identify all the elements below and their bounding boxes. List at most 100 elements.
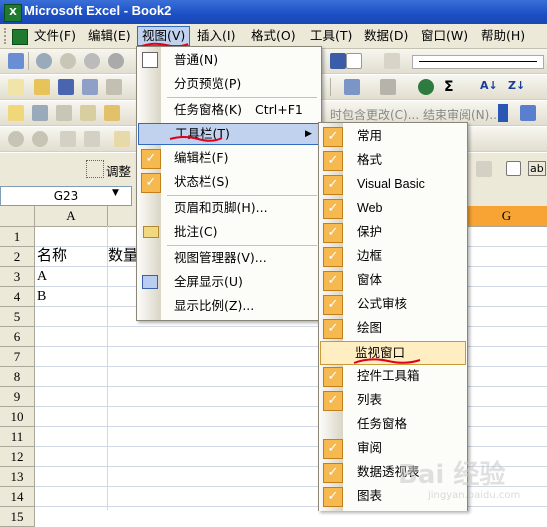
view-menu-item-task-pane[interactable]: 任务窗格(K) Ctrl+F1 — [138, 99, 320, 121]
check-icon: ✓ — [141, 149, 161, 169]
toolbar-icon[interactable] — [330, 53, 346, 69]
grip-handle[interactable] — [4, 28, 9, 44]
workbook-icon[interactable] — [12, 29, 28, 45]
view-menu-item-toolbars[interactable]: 工具栏(T) ▶ — [138, 123, 320, 145]
cell-a3[interactable]: A — [37, 267, 47, 286]
adjust-icon[interactable] — [86, 160, 104, 178]
checkbox-control-icon[interactable] — [506, 161, 521, 176]
toolbar-icon[interactable] — [56, 105, 72, 121]
refresh-icon[interactable] — [84, 131, 100, 147]
toolbar-item-protection[interactable]: ✓ 保护 — [320, 220, 466, 244]
toolbar-item-forms[interactable]: ✓ 窗体 — [320, 268, 466, 292]
toolbar-item-standard[interactable]: ✓ 常用 — [320, 124, 466, 148]
row-header[interactable]: 7 — [0, 347, 35, 367]
permission-icon[interactable] — [82, 79, 98, 95]
cell-b2[interactable]: 数量 — [108, 247, 136, 266]
toolbar-item-formatting[interactable]: ✓ 格式 — [320, 148, 466, 172]
row-header[interactable]: 15 — [0, 507, 35, 527]
row-header[interactable]: 5 — [0, 307, 35, 327]
row-header[interactable]: 14 — [0, 487, 35, 507]
view-menu-item-zoom[interactable]: 显示比例(Z)... — [138, 295, 320, 317]
view-menu-item-formula-bar[interactable]: ✓ 编辑栏(F) — [138, 147, 320, 169]
view-menu-item-view-manager[interactable]: 视图管理器(V)... — [138, 247, 320, 269]
menu-data[interactable]: 数据(D) — [360, 27, 412, 45]
toolbar-options-icon[interactable] — [498, 104, 508, 122]
sort-desc-icon[interactable]: Z↓ — [508, 79, 525, 92]
column-header-b[interactable] — [108, 206, 139, 227]
edit-icon[interactable] — [346, 53, 362, 69]
check-icon: ✓ — [323, 295, 343, 315]
toolbar-item-borders[interactable]: ✓ 边框 — [320, 244, 466, 268]
adjust-label[interactable]: 调整 — [106, 161, 131, 180]
toolbar-item-task-pane[interactable]: 任务窗格 — [320, 412, 466, 436]
eraser-icon[interactable] — [384, 53, 400, 69]
row-header[interactable]: 11 — [0, 427, 35, 447]
font-color-icon[interactable] — [520, 105, 536, 121]
name-box-dropdown-icon[interactable]: ▼ — [112, 188, 119, 198]
toolbar-item-control-toolbox[interactable]: ✓ 控件工具箱 — [320, 364, 466, 388]
view-menu-item-page-break-preview[interactable]: 分页预览(P) — [138, 73, 320, 95]
view-menu-item-status-bar[interactable]: ✓ 状态栏(S) — [138, 171, 320, 193]
autosum-icon[interactable]: Σ — [444, 79, 454, 95]
toolbar-icon[interactable] — [36, 53, 52, 69]
back-icon[interactable] — [8, 131, 24, 147]
toolbar-item-web[interactable]: ✓ Web — [320, 196, 466, 220]
toolbar-item-list[interactable]: ✓ 列表 — [320, 388, 466, 412]
toolbar-icon[interactable] — [32, 105, 48, 121]
print-icon[interactable] — [106, 79, 122, 95]
check-icon: ✓ — [323, 487, 343, 507]
row-header[interactable]: 12 — [0, 447, 35, 467]
review-commands[interactable]: 时包含更改(C)... 结束审阅(N)... — [330, 106, 498, 123]
label-control-icon[interactable]: ab — [528, 161, 546, 176]
cell-a2[interactable]: 名称 — [37, 247, 67, 266]
stop-icon[interactable] — [60, 131, 76, 147]
menu-help[interactable]: 帮助(H) — [477, 27, 529, 45]
check-icon: ✓ — [323, 439, 343, 459]
row-header[interactable]: 2 — [0, 247, 35, 267]
toolbar-icon[interactable] — [84, 53, 100, 69]
toolbar-item-drawing[interactable]: ✓ 绘图 — [320, 316, 466, 340]
row-header[interactable]: 9 — [0, 387, 35, 407]
cell-a4[interactable]: B — [37, 287, 46, 306]
menu-tools[interactable]: 工具(T) — [306, 27, 356, 45]
hyperlink-icon[interactable] — [418, 79, 434, 95]
redo-icon[interactable] — [380, 79, 396, 95]
menu-insert[interactable]: 插入(I) — [193, 27, 239, 45]
open-icon[interactable] — [34, 79, 50, 95]
row-header[interactable]: 3 — [0, 267, 35, 287]
toolbar-item-formula-auditing[interactable]: ✓ 公式审核 — [320, 292, 466, 316]
toolbar-icon[interactable] — [60, 53, 76, 69]
menu-format[interactable]: 格式(O) — [247, 27, 300, 45]
toolbar-icon[interactable] — [80, 105, 96, 121]
view-menu-item-full-screen[interactable]: 全屏显示(U) — [138, 271, 320, 293]
home-icon[interactable] — [114, 131, 130, 147]
row-header[interactable]: 13 — [0, 467, 35, 487]
column-header-a[interactable]: A — [35, 206, 108, 227]
toolbar-item-visual-basic[interactable]: ✓ Visual Basic — [320, 172, 466, 196]
toolbar-icon[interactable] — [104, 105, 120, 121]
view-menu-item-header-footer[interactable]: 页眉和页脚(H)... — [138, 197, 320, 219]
row-header[interactable]: 10 — [0, 407, 35, 427]
row-header[interactable]: 1 — [0, 227, 35, 247]
new-icon[interactable] — [8, 79, 24, 95]
view-menu-item-comments[interactable]: 批注(C) — [138, 221, 320, 243]
row-header[interactable]: 4 — [0, 287, 35, 307]
save-icon[interactable] — [58, 79, 74, 95]
line-style-box[interactable] — [412, 55, 544, 69]
toolbar-icon[interactable] — [8, 105, 24, 121]
row-header[interactable]: 6 — [0, 327, 35, 347]
view-menu-item-normal[interactable]: 普通(N) — [138, 49, 320, 71]
forward-icon[interactable] — [32, 131, 48, 147]
undo-icon[interactable] — [344, 79, 360, 95]
select-all-corner[interactable] — [0, 206, 35, 227]
column-header-g[interactable]: G — [466, 206, 547, 227]
row-header[interactable]: 8 — [0, 367, 35, 387]
toolbar-icon[interactable] — [8, 53, 24, 69]
toolbar-icon[interactable] — [476, 161, 492, 177]
toolbar-icon[interactable] — [108, 53, 124, 69]
menu-file[interactable]: 文件(F) — [30, 27, 80, 45]
menu-edit[interactable]: 编辑(E) — [84, 27, 135, 45]
check-icon: ✓ — [323, 463, 343, 483]
sort-icon[interactable]: A↓ — [480, 79, 498, 92]
menu-window[interactable]: 窗口(W) — [417, 27, 472, 45]
